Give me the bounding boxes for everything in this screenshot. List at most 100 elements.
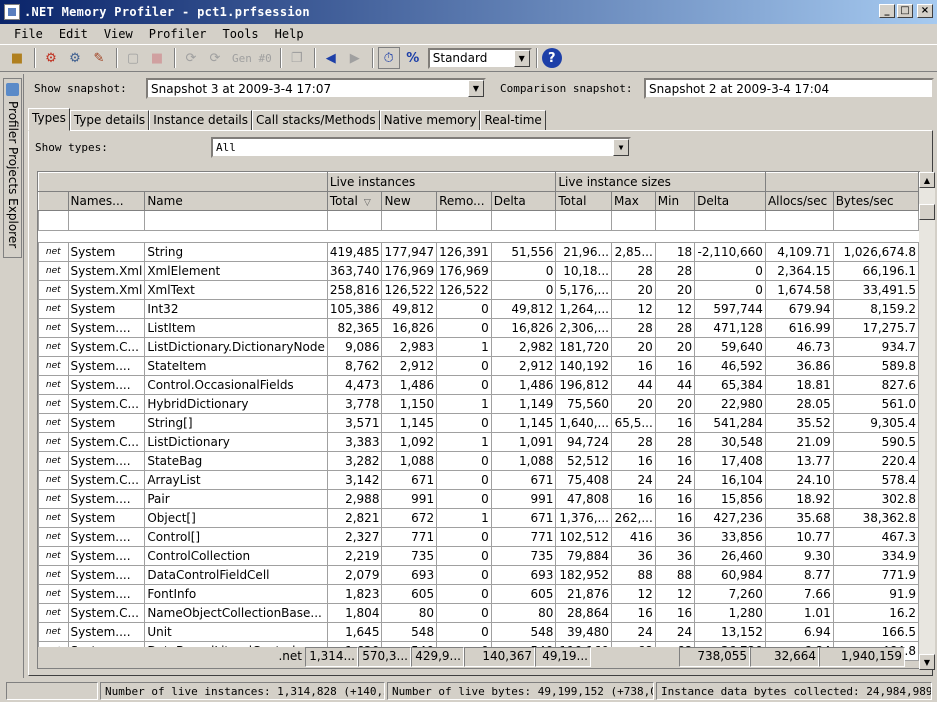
table-row[interactable]: net System.... ListItem 82,365 16,826 0 16,826… <box>38 318 920 338</box>
filter-cell[interactable] <box>381 210 438 231</box>
tab-instance-details[interactable]: Instance details <box>149 110 253 131</box>
column-header-name[interactable]: Name <box>144 191 328 211</box>
filter-cell[interactable] <box>67 210 146 231</box>
show-snapshot-combo[interactable]: Snapshot 3 at 2009-3-4 17:07 ▼ <box>146 78 486 99</box>
table-row[interactable]: net System.... Control.OccasionalFields 4,4… <box>38 375 920 395</box>
show-types-combo[interactable]: All ▼ <box>211 137 631 158</box>
table-row[interactable]: net System.... StateItem 8,762 2,912 0 2,912 14… <box>38 356 920 376</box>
table-row[interactable]: net System.... Pair 2,988 991 0 991 47,808 16 16 1… <box>38 489 920 509</box>
value-cell: 427,236 <box>694 508 766 528</box>
table-row[interactable]: net System.... Control[] 2,327 771 0 771 102,51… <box>38 527 920 547</box>
filter-cell[interactable] <box>490 210 557 231</box>
column-header-delta[interactable]: Delta <box>490 191 557 211</box>
profile-service-icon[interactable]: ⚙ <box>64 47 86 69</box>
table-row[interactable]: net System.C... HybridDictionary 3,778 1,150… <box>38 394 920 414</box>
value-cell: 33,491.5 <box>832 280 920 300</box>
column-header-icon[interactable] <box>38 191 69 211</box>
namespace-cell: System.... <box>67 622 146 642</box>
tab-real-time[interactable]: Real-time <box>480 110 546 131</box>
collect-snapshot-icon[interactable]: ⟳ <box>180 47 202 69</box>
chevron-down-icon[interactable]: ▼ <box>613 139 629 156</box>
filter-cell[interactable] <box>144 210 328 231</box>
filter-cell[interactable] <box>326 210 383 231</box>
table-row[interactable]: net System Object[] 2,821 672 1 671 1,376,... 26… <box>38 508 920 528</box>
help-icon[interactable]: ? <box>541 48 562 68</box>
view-combo[interactable]: Standard ▼ <box>427 47 532 69</box>
table-row[interactable]: net System.... Unit 1,645 548 0 548 39,480 24 24 1… <box>38 622 920 642</box>
table-row[interactable]: net System.C... ListDictionary 3,383 1,092 1 1… <box>38 432 920 452</box>
column-header-size-delta[interactable]: Delta <box>694 191 766 211</box>
stop-icon[interactable]: ■ <box>146 47 168 69</box>
menu-profiler[interactable]: Profiler <box>141 27 215 41</box>
comparison-snapshot-field[interactable]: Snapshot 2 at 2009-3-4 17:04 <box>644 78 934 99</box>
table-row[interactable]: net System String 419,485 177,947 126,391 51,5… <box>38 242 920 262</box>
scroll-thumb[interactable] <box>919 204 935 220</box>
table-row[interactable]: net System Int32 105,386 49,812 0 49,812 1,264,… <box>38 299 920 319</box>
menu-view[interactable]: View <box>96 27 141 41</box>
filter-cell[interactable] <box>555 210 612 231</box>
menu-tools[interactable]: Tools <box>215 27 267 41</box>
tab-types[interactable]: Types <box>28 108 70 131</box>
tab-type-details[interactable]: Type details <box>69 110 150 131</box>
close-button[interactable]: × <box>917 4 933 18</box>
tab-native-memory[interactable]: Native memory <box>379 110 481 131</box>
open-project-icon[interactable]: ■ <box>6 47 28 69</box>
table-row[interactable]: net System.Xml XmlText 258,816 126,522 126,52… <box>38 280 920 300</box>
maximize-button[interactable]: □ <box>897 4 913 18</box>
table-row[interactable]: net System String[] 3,571 1,145 0 1,145 1,640,.… <box>38 413 920 433</box>
filter-row[interactable] <box>38 210 920 231</box>
value-cell: 196,812 <box>555 375 612 395</box>
scroll-down-icon[interactable]: ▼ <box>919 654 935 670</box>
column-header-bytes-sec[interactable]: Bytes/sec <box>832 191 920 211</box>
vertical-scrollbar[interactable]: ▲ ▼ <box>919 172 935 670</box>
table-row[interactable]: net System.C... NameObjectCollectionBase..… <box>38 603 920 623</box>
table-row[interactable]: net System.Xml XmlElement 363,740 176,969 176… <box>38 261 920 281</box>
column-header-new[interactable]: New <box>381 191 438 211</box>
filter-cell[interactable] <box>654 210 696 231</box>
tab-call-stacks[interactable]: Call stacks/Methods <box>252 110 380 131</box>
table-row[interactable]: net System.C... ArrayList 3,142 671 0 671 75,40… <box>38 470 920 490</box>
copy-icon[interactable]: ❐ <box>286 47 308 69</box>
column-header-min[interactable]: Min <box>654 191 696 211</box>
column-header-size-total[interactable]: Total <box>555 191 612 211</box>
filter-cell[interactable] <box>436 210 492 231</box>
column-header-max[interactable]: Max <box>611 191 656 211</box>
value-cell: 0 <box>436 622 492 642</box>
stopwatch-icon[interactable]: ⏱ <box>377 47 400 69</box>
start-icon[interactable]: ▢ <box>122 47 144 69</box>
table-row[interactable]: net System.... FontInfo 1,823 605 0 605 21,876 1… <box>38 584 920 604</box>
filter-cell[interactable] <box>611 210 656 231</box>
profiler-projects-explorer-tab[interactable]: Profiler Projects Explorer <box>3 78 22 258</box>
menu-edit[interactable]: Edit <box>51 27 96 41</box>
minimize-button[interactable]: _ <box>879 4 895 18</box>
app-icon[interactable] <box>4 4 20 20</box>
chevron-down-icon[interactable]: ▼ <box>513 49 530 67</box>
menu-help[interactable]: Help <box>267 27 312 41</box>
table-row[interactable]: net System.C... ListDictionary.DictionaryN… <box>38 337 920 357</box>
column-header-allocs-sec[interactable]: Allocs/sec <box>764 191 834 211</box>
menu-file[interactable]: File <box>6 27 51 41</box>
profile-application-icon[interactable]: ⚙ <box>40 47 62 69</box>
value-cell: 0 <box>436 375 492 395</box>
table-row[interactable]: net System.... ControlCollection 2,219 735 0 7… <box>38 546 920 566</box>
percent-icon[interactable]: % <box>402 47 424 69</box>
value-cell: 17,408 <box>694 451 766 471</box>
back-arrow-icon[interactable]: ◀ <box>320 47 342 69</box>
column-header-total[interactable]: Total ▽ <box>326 191 383 211</box>
table-row[interactable]: net System.... StateBag 3,282 1,088 0 1,088 52,… <box>38 451 920 471</box>
column-header-removed[interactable]: Remo... <box>436 191 492 211</box>
net-type-icon: net <box>38 375 69 395</box>
filter-cell[interactable] <box>764 210 834 231</box>
totals-size-total: 49,19... <box>535 647 591 667</box>
forward-arrow-icon[interactable]: ▶ <box>344 47 366 69</box>
type-name-cell: XmlText <box>144 280 328 300</box>
chevron-down-icon[interactable]: ▼ <box>468 80 484 97</box>
filter-cell[interactable] <box>832 210 920 231</box>
attach-process-icon[interactable]: ✎ <box>88 47 110 69</box>
filter-cell[interactable] <box>38 210 69 231</box>
column-header-namespace[interactable]: Names... <box>67 191 146 211</box>
filter-cell[interactable] <box>694 210 766 231</box>
table-row[interactable]: net System.... DataControlFieldCell 2,079 69… <box>38 565 920 585</box>
collect-gen-icon[interactable]: ⟳ <box>204 47 226 69</box>
scroll-up-icon[interactable]: ▲ <box>919 172 935 188</box>
